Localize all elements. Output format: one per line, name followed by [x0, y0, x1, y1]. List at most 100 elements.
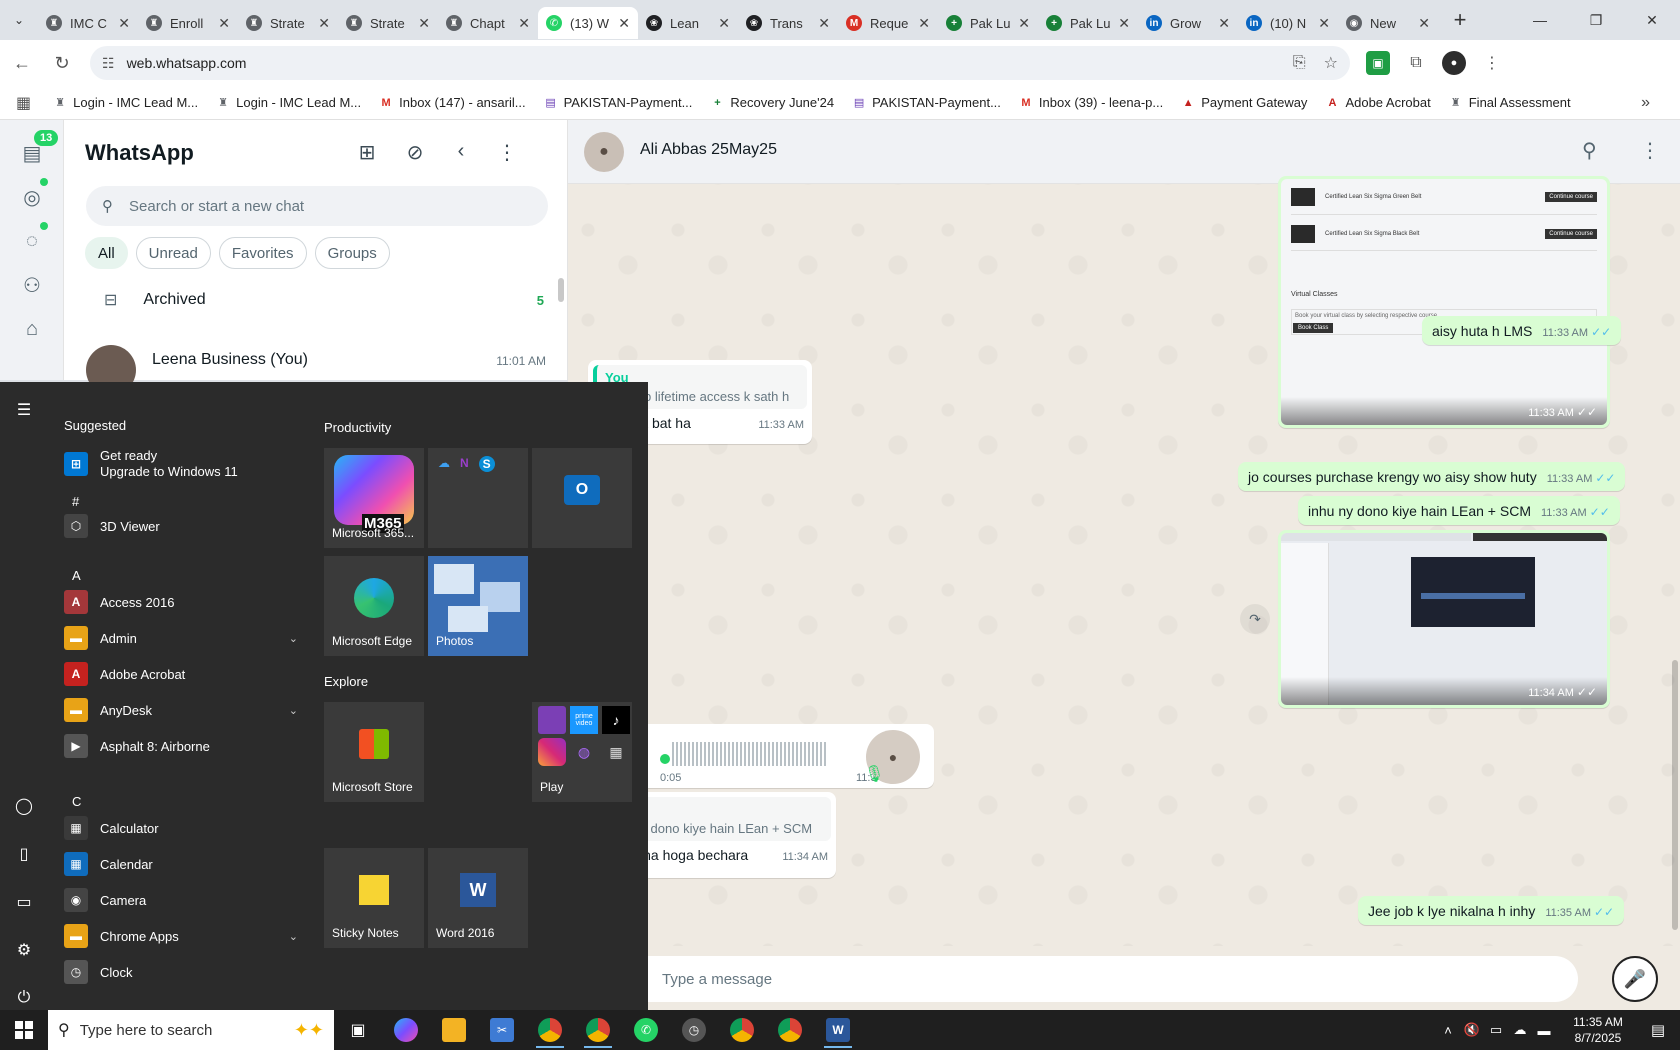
browser-tab[interactable]: + Pak Lu ✕ [1038, 7, 1138, 39]
tab-close-icon[interactable]: ✕ [1018, 15, 1030, 32]
chat-search-input[interactable]: ⚲ Search or start a new chat [86, 186, 548, 226]
new-tab-button[interactable]: + [1444, 7, 1476, 33]
chrome-taskbar-icon[interactable] [526, 1010, 574, 1050]
close-window-icon[interactable]: ✕ [1624, 0, 1680, 40]
search-icon[interactable]: ⚲ [1582, 138, 1597, 163]
filter-chip-favorites[interactable]: Favorites [218, 237, 307, 269]
documents-icon[interactable]: ▯ [14, 844, 34, 864]
browser-tab[interactable]: M Reque ✕ [838, 7, 938, 39]
chrome-taskbar-icon[interactable] [718, 1010, 766, 1050]
bookmark-item[interactable]: A Adobe Acrobat [1325, 95, 1430, 110]
contact-avatar[interactable]: ● [584, 132, 624, 172]
extensions-puzzle-icon[interactable]: ⧉ [1404, 51, 1428, 75]
pictures-icon[interactable]: ▭ [14, 892, 34, 912]
word-taskbar-icon[interactable]: W [814, 1010, 862, 1050]
filter-chip-all[interactable]: All [85, 237, 128, 269]
tile-photos[interactable]: Photos [428, 556, 528, 656]
bookmark-item[interactable]: M Inbox (147) - ansaril... [379, 95, 526, 110]
snip-tool-icon[interactable]: ✂ [478, 1010, 526, 1050]
outgoing-message[interactable]: jo courses purchase krengy wo aisy show … [1238, 462, 1626, 491]
bookmark-item[interactable]: M Inbox (39) - leena-p... [1019, 95, 1163, 110]
tile-outlook[interactable]: O [532, 448, 632, 548]
network-icon[interactable]: ▬ [1532, 1023, 1556, 1038]
apps-grid-icon[interactable]: ▦ [16, 93, 31, 113]
browser-tab[interactable]: ◉ New ✕ [1338, 7, 1438, 39]
app-list-item[interactable]: ▶ Asphalt 8: Airborne [64, 728, 304, 764]
browser-tab[interactable]: ❀ Trans ✕ [738, 7, 838, 39]
forward-icon[interactable]: ↷ [1240, 604, 1270, 634]
outgoing-message[interactable]: aisy huta h LMS 11:33 AM ✓✓ [1422, 316, 1622, 345]
hide-eye-icon[interactable]: ⊘ [400, 140, 430, 165]
chevron-left-icon[interactable]: ‹ [446, 140, 476, 163]
tab-close-icon[interactable]: ✕ [1318, 15, 1330, 32]
site-info-icon[interactable]: ☷ [102, 55, 115, 72]
chrome-menu-icon[interactable]: ⋮ [1480, 51, 1504, 75]
address-bar[interactable]: ☷ web.whatsapp.com ⎘ ☆ [90, 46, 1350, 80]
restore-icon[interactable]: ❐ [1568, 0, 1624, 40]
profile-avatar-icon[interactable]: ● [1442, 51, 1466, 75]
bookmark-item[interactable]: + Recovery June'24 [710, 95, 834, 110]
suggested-upgrade[interactable]: ⊞ Get ready Upgrade to Windows 11 [64, 446, 304, 482]
bookmarks-overflow-icon[interactable]: » [1641, 94, 1650, 112]
bookmark-item[interactable]: ▤ PAKISTAN-Payment... [852, 95, 1001, 110]
install-app-icon[interactable]: ⎘ [1293, 54, 1306, 72]
chevron-up-icon[interactable]: ˄ [1436, 1023, 1460, 1038]
chevron-down-icon[interactable]: ⌄ [289, 632, 298, 645]
notification-icon[interactable]: ▤ [1636, 1021, 1680, 1039]
app-list-item[interactable]: A Access 2016 [64, 584, 304, 620]
image-message[interactable]: Certified Lean Six Sigma Green Belt Cont… [1278, 176, 1610, 428]
chrome-taskbar-icon[interactable] [766, 1010, 814, 1050]
tab-close-icon[interactable]: ✕ [1118, 15, 1130, 32]
whatsapp-taskbar-icon[interactable]: ✆ [622, 1010, 670, 1050]
business-tools-icon[interactable]: ⌂ [17, 314, 47, 344]
channels-icon[interactable]: ◌ [17, 226, 47, 256]
browser-tab[interactable]: ♜ Strate ✕ [338, 7, 438, 39]
tile-sticky-notes[interactable]: Sticky Notes [324, 848, 424, 948]
chevron-down-icon[interactable]: ⌄ [289, 930, 298, 943]
voice-progress-dot[interactable] [660, 754, 670, 764]
bookmark-item[interactable]: ▤ PAKISTAN-Payment... [544, 95, 692, 110]
outgoing-message[interactable]: Jee job k lye nikalna h inhy 11:35 AM ✓✓ [1358, 896, 1625, 925]
copilot-icon[interactable] [382, 1010, 430, 1050]
tab-close-icon[interactable]: ✕ [918, 15, 930, 32]
letter-header[interactable]: A [72, 568, 81, 583]
app-list-item[interactable]: ◉ Camera [64, 882, 304, 918]
clock-app-icon[interactable]: ◷ [670, 1010, 718, 1050]
conversation-scrollbar[interactable] [1672, 660, 1678, 930]
task-view-icon[interactable]: ▣ [334, 1010, 382, 1050]
tile-microsoft-store[interactable]: Microsoft Store [324, 702, 424, 802]
extension-green-icon[interactable]: ▣ [1366, 51, 1390, 75]
new-chat-icon[interactable]: ⊞ [352, 140, 382, 165]
app-list-item[interactable]: ▬ AnyDesk ⌄ [64, 692, 304, 728]
tab-close-icon[interactable]: ✕ [718, 15, 730, 32]
bookmark-item[interactable]: ♜ Login - IMC Lead M... [53, 95, 198, 110]
filter-chip-unread[interactable]: Unread [135, 237, 211, 269]
app-list-item[interactable]: ◷ Clock [64, 954, 304, 990]
tab-close-icon[interactable]: ✕ [1418, 15, 1430, 32]
browser-tab[interactable]: ✆ (13) W ✕ [538, 7, 638, 39]
chrome-taskbar-icon[interactable] [574, 1010, 622, 1050]
browser-tab[interactable]: ❀ Lean ✕ [638, 7, 738, 39]
taskbar-search-input[interactable]: ⚲ Type here to search ✦✦ [48, 1010, 334, 1050]
app-list-item[interactable]: A Adobe Acrobat [64, 656, 304, 692]
menu-dots-icon[interactable]: ⋮ [492, 140, 522, 165]
app-list-item[interactable]: ▦ Calendar [64, 846, 304, 882]
voice-record-button[interactable]: 🎤 [1612, 956, 1658, 1002]
archived-row[interactable]: ⊟ Archived 5 [104, 290, 544, 310]
back-arrow-icon[interactable]: ← [4, 45, 40, 81]
power-icon[interactable]: ⏻ [14, 988, 34, 1008]
menu-dots-icon[interactable]: ⋮ [1640, 138, 1660, 163]
display-icon[interactable]: ▭ [1484, 1022, 1508, 1038]
app-list-item[interactable]: ▬ Chrome Apps ⌄ [64, 918, 304, 954]
tab-close-icon[interactable]: ✕ [1218, 15, 1230, 32]
filter-chip-groups[interactable]: Groups [314, 237, 390, 269]
user-icon[interactable]: ◯ [14, 796, 34, 816]
outgoing-message[interactable]: inhu ny dono kiye hain LEan + SCM 11:33 … [1298, 496, 1620, 525]
tile-word[interactable]: W Word 2016 [428, 848, 528, 948]
tab-close-icon[interactable]: ✕ [518, 15, 530, 32]
message-input[interactable]: Type a message [608, 956, 1578, 1002]
conversation-header[interactable]: ● Ali Abbas 25May25 ⚲ ⋮ [568, 120, 1680, 184]
browser-tab[interactable]: in (10) N ✕ [1238, 7, 1338, 39]
letter-header[interactable]: # [72, 494, 79, 509]
cloud-icon[interactable]: ☁ [1508, 1022, 1532, 1038]
